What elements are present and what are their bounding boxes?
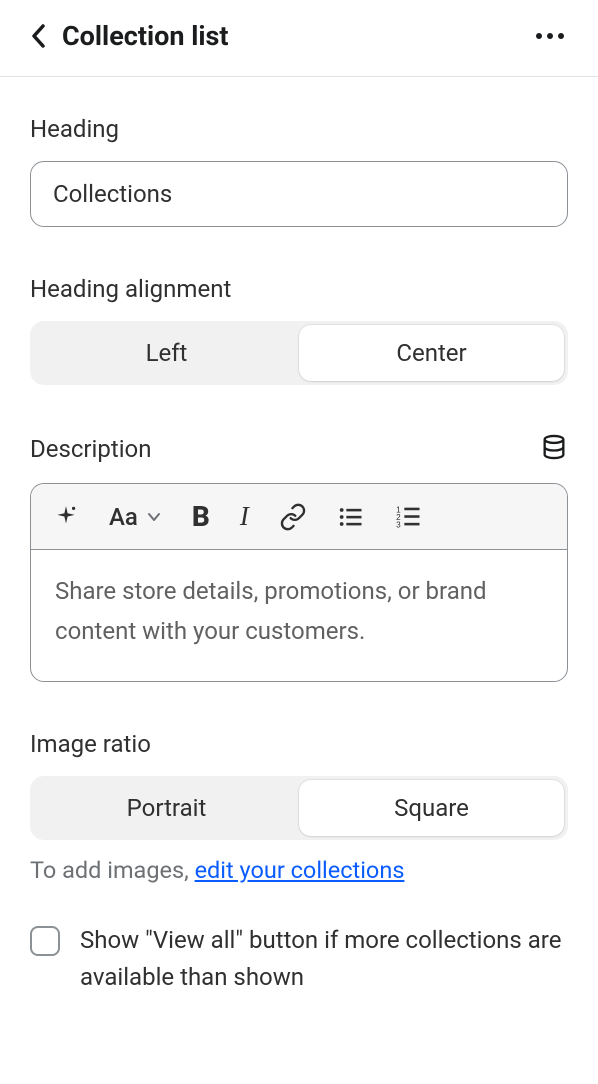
rte-toolbar: Aa B I 123: [31, 484, 567, 550]
image-ratio-helper: To add images, edit your collections: [30, 856, 568, 884]
heading-alignment-segmented: Left Center: [30, 321, 568, 385]
rte-bold-button[interactable]: B: [192, 500, 210, 533]
alignment-left-button[interactable]: Left: [34, 325, 299, 381]
dot-icon: [536, 33, 542, 39]
image-ratio-section: Image ratio Portrait Square To add image…: [30, 730, 568, 884]
description-section: Description Aa B: [30, 433, 568, 682]
header-left: Collection list: [30, 20, 229, 52]
description-label: Description: [30, 435, 152, 463]
rte-paragraph-style-button[interactable]: Aa: [109, 503, 162, 531]
view-all-checkbox[interactable]: [30, 926, 60, 956]
more-actions-button[interactable]: [532, 29, 568, 43]
view-all-label: Show "View all" button if more collectio…: [80, 922, 568, 996]
panel-content: Heading Heading alignment Left Center De…: [0, 77, 598, 997]
panel-header: Collection list: [0, 0, 598, 77]
text-style-icon: Aa: [109, 503, 138, 531]
rte-textarea[interactable]: Share store details, promotions, or bran…: [31, 550, 567, 681]
alignment-center-button[interactable]: Center: [299, 325, 564, 381]
view-all-field: Show "View all" button if more collectio…: [30, 922, 568, 996]
page-title: Collection list: [62, 20, 229, 52]
bullet-list-icon: [337, 503, 365, 531]
description-header: Description: [30, 433, 568, 465]
sparkle-icon: [53, 504, 79, 530]
chevron-left-icon: [30, 22, 48, 50]
numbered-list-icon: 123: [395, 503, 423, 531]
link-icon: [279, 503, 307, 531]
rte-link-button[interactable]: [279, 503, 307, 531]
rte-numbered-list-button[interactable]: 123: [395, 503, 423, 531]
bold-icon: B: [192, 500, 210, 533]
helper-prefix: To add images,: [30, 856, 195, 884]
dot-icon: [558, 33, 564, 39]
heading-label: Heading: [30, 115, 568, 143]
heading-alignment-label: Heading alignment: [30, 275, 568, 303]
rte-ai-button[interactable]: [53, 504, 79, 530]
heading-alignment-section: Heading alignment Left Center: [30, 275, 568, 385]
image-ratio-segmented: Portrait Square: [30, 776, 568, 840]
rte-italic-button[interactable]: I: [240, 501, 249, 532]
svg-text:3: 3: [396, 520, 401, 529]
chevron-down-icon: [146, 509, 162, 525]
dynamic-source-button[interactable]: [540, 433, 568, 465]
ratio-square-button[interactable]: Square: [299, 780, 564, 836]
database-icon: [540, 433, 568, 461]
image-ratio-label: Image ratio: [30, 730, 568, 758]
edit-collections-link[interactable]: edit your collections: [195, 856, 405, 884]
back-button[interactable]: [30, 22, 48, 50]
rich-text-editor: Aa B I 123 Share store de: [30, 483, 568, 682]
italic-icon: I: [240, 501, 249, 532]
dot-icon: [547, 33, 553, 39]
rte-bullet-list-button[interactable]: [337, 503, 365, 531]
heading-input[interactable]: [30, 161, 568, 227]
ratio-portrait-button[interactable]: Portrait: [34, 780, 299, 836]
